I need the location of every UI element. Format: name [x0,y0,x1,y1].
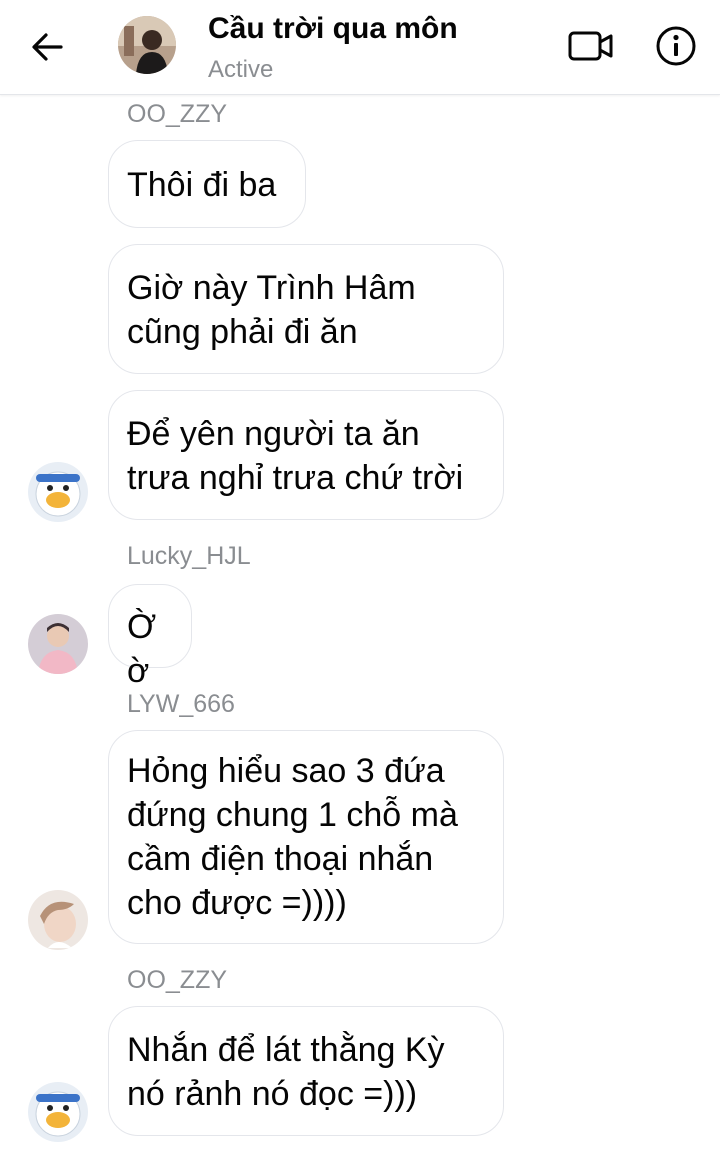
message-bubble[interactable]: Thôi đi ba [108,140,306,228]
avatar[interactable] [28,1082,88,1142]
video-call-button[interactable] [566,26,616,66]
video-camera-icon [568,31,613,61]
message-bubble[interactable]: Nhắn để lát thằng Kỳ nó rảnh nó đọc =))) [108,1006,504,1136]
avatar[interactable] [28,890,88,950]
message-bubble[interactable]: Ờ ờ [108,584,192,690]
sender-name: Lucky_HJL [127,542,251,570]
info-icon [656,26,696,66]
message-bubble[interactable]: Hỏng hiểu sao 3 đứa đứng chung 1 chỗ mà … [108,730,504,944]
back-button[interactable] [22,22,72,72]
conversation-avatar[interactable] [118,16,176,74]
sender-name: OO_ZZY [127,100,228,128]
chat-header: Cầu trời qua môn Active [0,0,720,95]
active-status: Active [208,56,274,83]
message-bubble[interactable]: Để yên người ta ăn trưa nghỉ trưa chứ tr… [108,390,504,520]
conversation-title: Cầu trời qua môn [208,12,458,45]
info-button[interactable] [652,22,700,70]
avatar[interactable] [28,462,88,522]
sender-name: LYW_666 [127,690,235,718]
avatar[interactable] [28,614,88,674]
message-bubble[interactable]: Giờ này Trình Hâm cũng phải đi ăn [108,244,504,374]
arrow-left-icon [32,33,63,61]
sender-name: OO_ZZY [127,966,228,994]
